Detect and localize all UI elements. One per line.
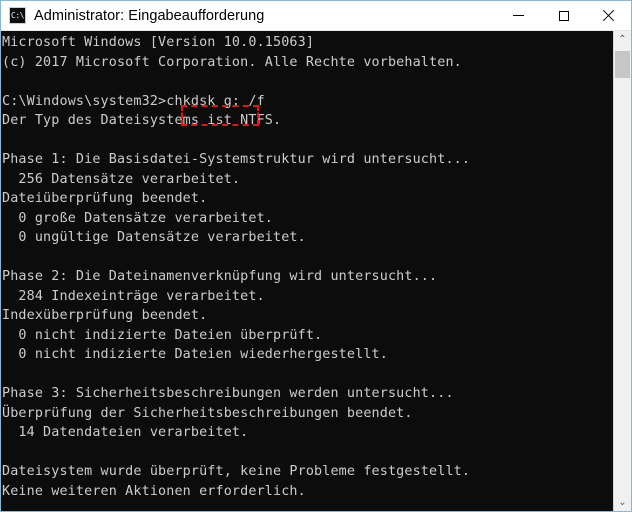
console-text: Microsoft Windows [Version 10.0.15063] (… — [2, 35, 471, 499]
scroll-up-arrow-icon[interactable]: ⌃ — [614, 31, 631, 48]
window-title: Administrator: Eingabeaufforderung — [34, 7, 265, 24]
close-icon — [602, 9, 615, 22]
window-controls — [496, 1, 631, 31]
cmd-icon-glyph: C:\ — [11, 11, 24, 20]
title-bar[interactable]: C:\ Administrator: Eingabeaufforderung — [1, 1, 631, 31]
console-output-area[interactable]: Microsoft Windows [Version 10.0.15063] (… — [1, 31, 631, 511]
vertical-scrollbar[interactable]: ⌃ ⌄ — [613, 31, 631, 511]
minimize-button[interactable] — [496, 1, 541, 31]
scrollbar-thumb[interactable] — [615, 51, 630, 78]
maximize-button[interactable] — [541, 1, 586, 31]
scroll-down-arrow-icon[interactable]: ⌄ — [614, 494, 631, 511]
close-button[interactable] — [586, 1, 631, 31]
command-prompt-window: C:\ Administrator: Eingabeaufforderung M… — [0, 0, 632, 512]
scrollbar-track[interactable] — [614, 48, 631, 494]
minimize-icon — [513, 15, 524, 16]
maximize-icon — [558, 10, 569, 21]
cmd-icon: C:\ — [9, 7, 26, 24]
